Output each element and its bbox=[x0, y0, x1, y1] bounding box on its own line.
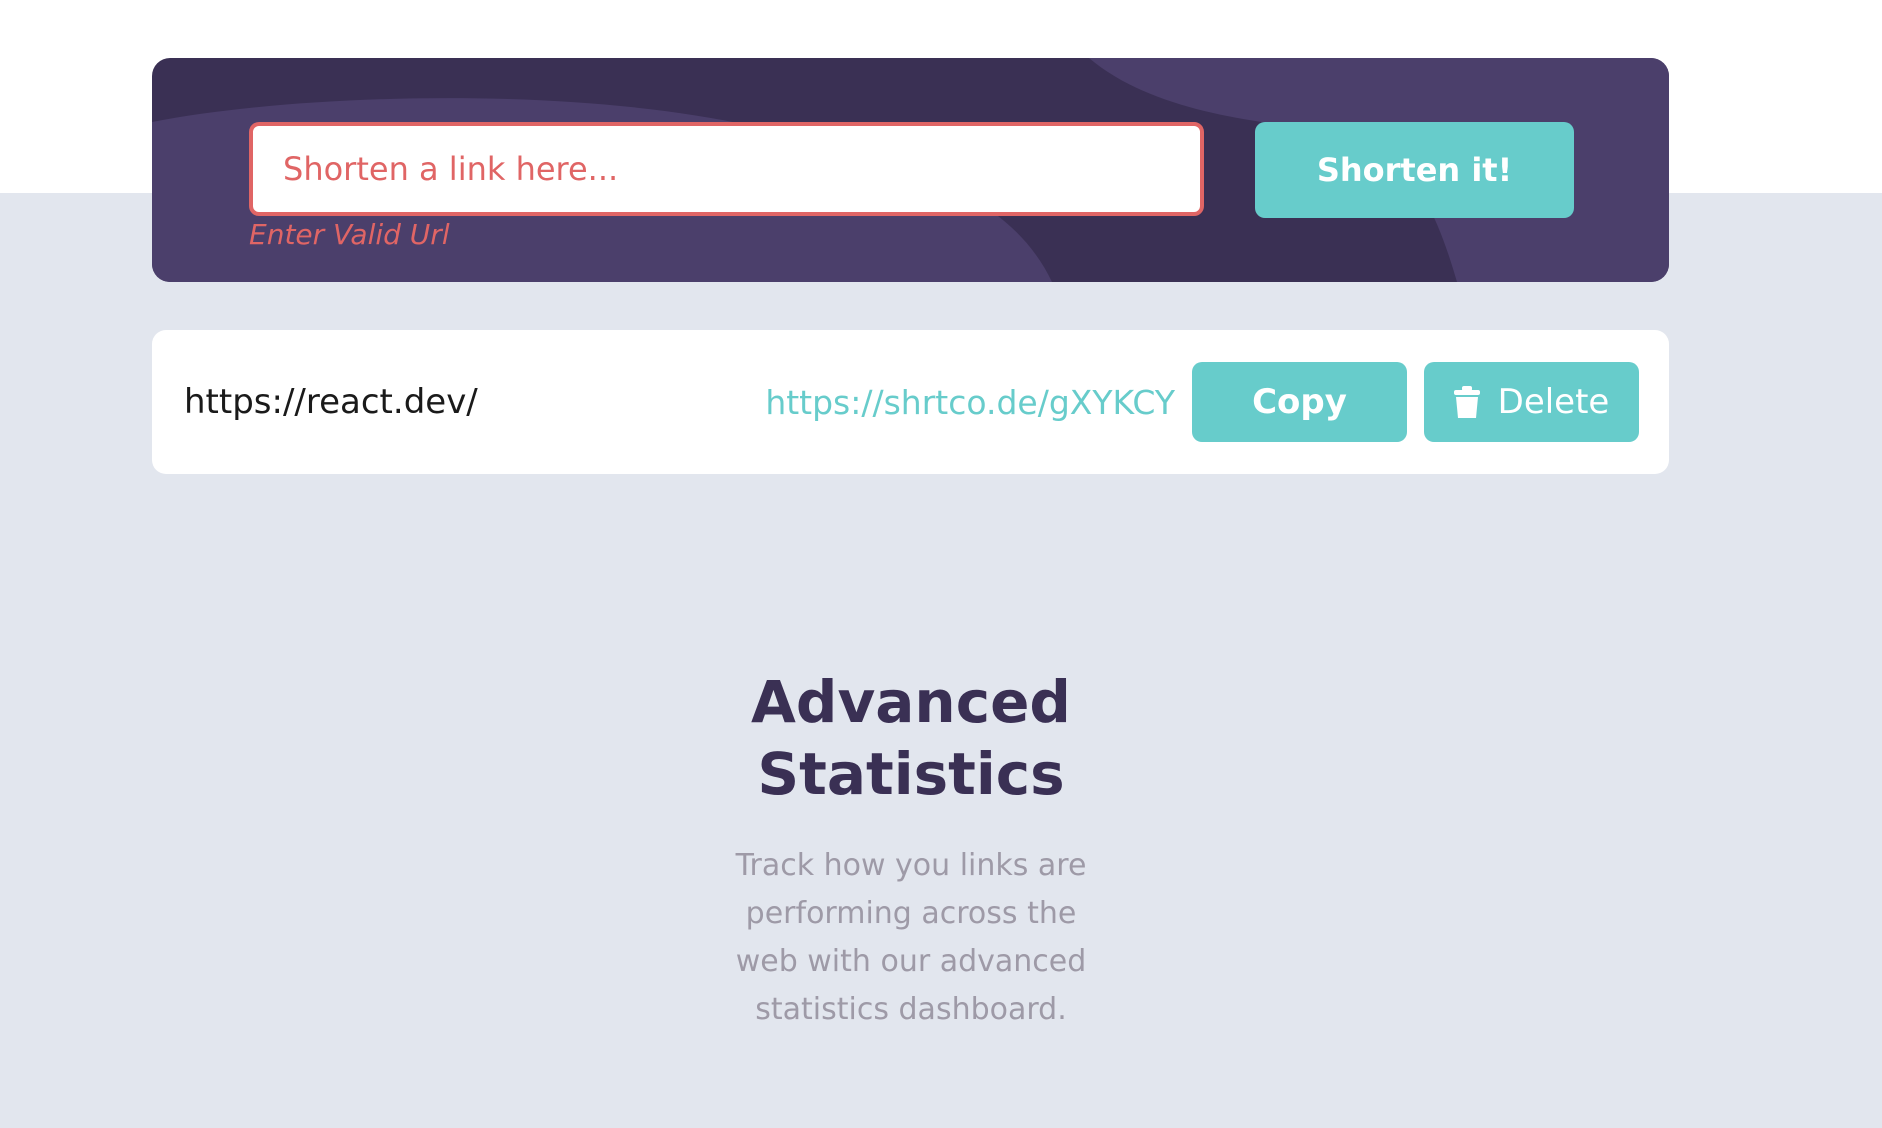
result-card: https://react.dev/ https://shrtco.de/gXY… bbox=[152, 330, 1669, 474]
copy-button[interactable]: Copy bbox=[1192, 362, 1407, 442]
stats-title-line1: Advanced bbox=[751, 668, 1071, 736]
trash-icon bbox=[1453, 386, 1480, 418]
error-message: Enter Valid Url bbox=[249, 218, 450, 251]
original-url: https://react.dev/ bbox=[184, 382, 478, 422]
stats-description: Track how you links are performing acros… bbox=[735, 848, 1087, 1027]
shorten-button[interactable]: Shorten it! bbox=[1255, 122, 1574, 218]
short-url-link[interactable]: https://shrtco.de/gXYKCY bbox=[765, 330, 1175, 474]
shorten-panel: Enter Valid Url Shorten it! bbox=[152, 58, 1669, 282]
delete-label: Delete bbox=[1497, 382, 1610, 422]
delete-button[interactable]: Delete bbox=[1424, 362, 1639, 442]
stats-heading: Advanced Statistics bbox=[0, 666, 1822, 810]
stats-title-line2: Statistics bbox=[757, 740, 1065, 808]
url-input[interactable] bbox=[249, 122, 1204, 216]
